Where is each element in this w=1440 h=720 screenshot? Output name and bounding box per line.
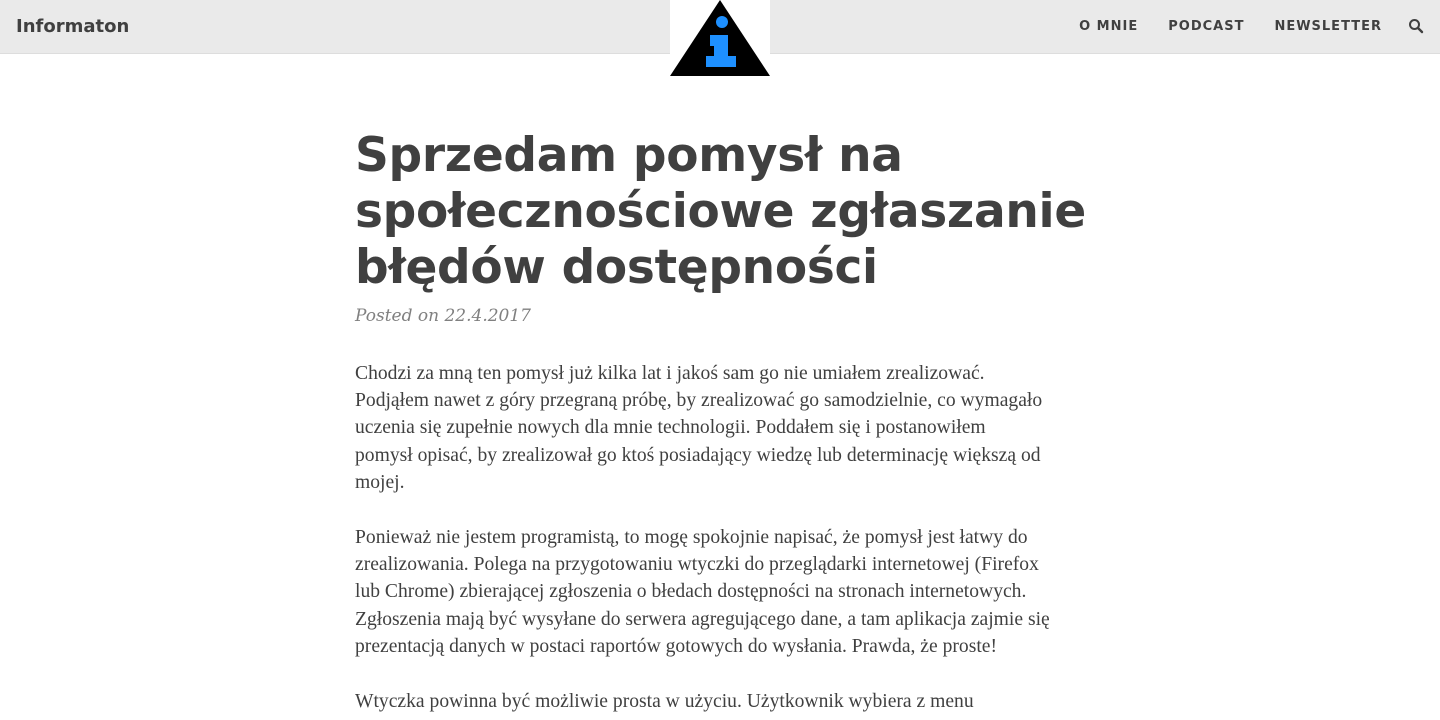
post-title-line: społecznościowe zgłaszanie	[355, 184, 1086, 239]
paragraph-line: lub Chrome) zbierającej zgłoszenia o błe…	[355, 581, 1027, 603]
paragraph-line: uczenia się zupełnie nowych dla mnie tec…	[355, 417, 986, 439]
post-meta: Posted on 22.4.2017	[355, 306, 531, 326]
nav-link-o-mnie[interactable]: O MNIE	[1079, 17, 1138, 37]
post-title-line: błędów dostępności	[355, 240, 878, 295]
navbar: Informaton O MNIE PODCAST NEWSLETTER	[0, 0, 1440, 78]
paragraph-line: Chodzi za mną ten pomysł już kilka lat i…	[355, 363, 985, 384]
nav-link-newsletter[interactable]: NEWSLETTER	[1274, 17, 1382, 37]
paragraph-line: mojej.	[355, 471, 405, 493]
main-nav: O MNIE PODCAST NEWSLETTER	[1079, 17, 1382, 37]
post: Sprzedam pomysł na społecznościowe zgłas…	[355, 128, 1095, 715]
brand-link[interactable]: Informaton	[16, 15, 129, 39]
post-title: Sprzedam pomysł na społecznościowe zgłas…	[355, 128, 1095, 296]
post-title-line: Sprzedam pomysł na	[355, 128, 903, 183]
paragraph-line: pomysł opisać, by zrealizował go ktoś po…	[355, 444, 1041, 466]
search-button[interactable]	[1408, 18, 1424, 34]
nav-link-podcast[interactable]: PODCAST	[1168, 17, 1244, 37]
paragraph-line: zrealizowania. Polega na przygotowaniu w…	[355, 554, 1039, 576]
logo[interactable]	[670, 0, 770, 78]
paragraph-line: Ponieważ nie jestem programistą, to mogę…	[355, 527, 1028, 549]
search-icon	[1409, 19, 1424, 34]
paragraph-line: Podjąłem nawet z góry przegraną próbę, b…	[355, 390, 1043, 412]
post-body: Chodzi za mną ten pomysł już kilka lat i…	[355, 360, 1095, 715]
post-paragraph: Chodzi za mną ten pomysł już kilka lat i…	[355, 360, 1095, 496]
post-paragraph: Wtyczka powinna być możliwie prosta w uż…	[355, 688, 1095, 715]
paragraph-line: Zgłoszenia mają być wysyłane do serwera …	[355, 608, 1050, 630]
info-triangle-icon	[670, 0, 770, 76]
paragraph-line: prezentacją danych w postaci raportów go…	[355, 635, 998, 657]
post-paragraph: Ponieważ nie jestem programistą, to mogę…	[355, 524, 1095, 660]
paragraph-line: Wtyczka powinna być możliwie prosta w uż…	[355, 691, 974, 713]
